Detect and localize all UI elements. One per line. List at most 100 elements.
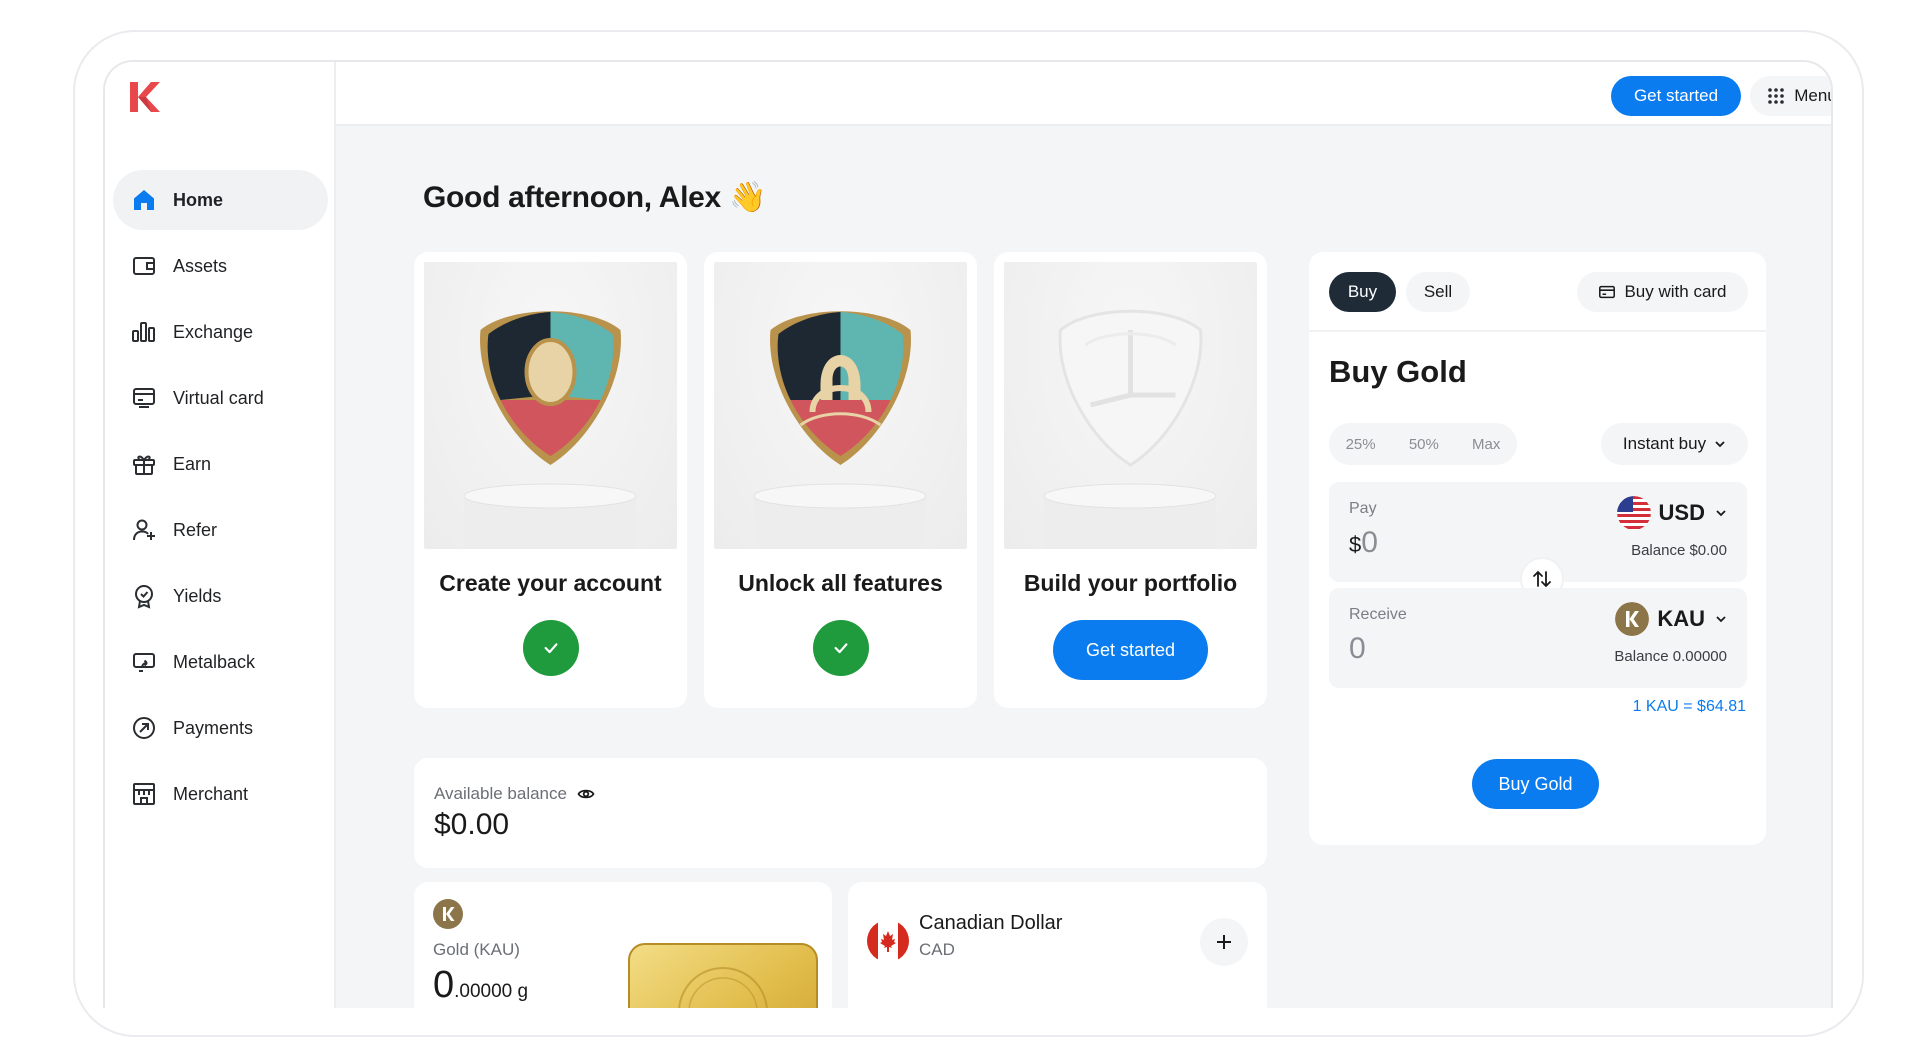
step-card-build-portfolio: Build your portfolio Get started bbox=[994, 252, 1267, 708]
gold-bar-graphic bbox=[628, 943, 818, 1008]
exchange-icon bbox=[132, 322, 155, 342]
sidebar-item-virtual-card[interactable]: Virtual card bbox=[113, 368, 328, 428]
percent-50-button[interactable]: 50% bbox=[1409, 436, 1439, 453]
asset-card-cad[interactable]: Canadian Dollar CAD bbox=[848, 882, 1267, 1008]
pay-currency-code: USD bbox=[1658, 500, 1705, 525]
sidebar-item-label: Metalback bbox=[173, 651, 256, 672]
pay-amount: 0 bbox=[1361, 526, 1378, 559]
sidebar-item-label: Home bbox=[173, 189, 224, 210]
receive-balance: Balance 0.00000 bbox=[1614, 648, 1727, 665]
menu-button[interactable]: Menu bbox=[1750, 76, 1833, 116]
brand-logo[interactable] bbox=[127, 80, 161, 114]
kau-coin-icon bbox=[1615, 602, 1650, 636]
step-title: Create your account bbox=[439, 570, 662, 596]
sidebar-item-label: Earn bbox=[173, 453, 212, 474]
kau-coin-icon bbox=[433, 899, 463, 929]
step-illustration bbox=[424, 262, 677, 549]
sidebar-item-yields[interactable]: Yields bbox=[113, 566, 328, 626]
wallet-icon bbox=[133, 257, 155, 275]
add-button[interactable] bbox=[1200, 918, 1248, 966]
receive-field[interactable]: Receive 0 KAU Balance 0.00000 bbox=[1329, 588, 1747, 688]
asset-amount: 0.00000 g bbox=[433, 964, 528, 1007]
sidebar-item-payments[interactable]: Payments bbox=[113, 698, 328, 758]
sidebar-item-label: Payments bbox=[173, 717, 254, 738]
payments-icon bbox=[133, 717, 155, 739]
badge-account-icon bbox=[480, 311, 621, 465]
swap-arrows-icon bbox=[1533, 570, 1551, 588]
get-started-button[interactable]: Get started bbox=[1611, 76, 1741, 116]
greeting-text: Good afternoon, Alex bbox=[423, 181, 721, 214]
badge-portfolio-icon bbox=[1058, 309, 1203, 467]
sidebar-item-merchant[interactable]: Merchant bbox=[113, 764, 328, 824]
sidebar-item-exchange[interactable]: Exchange bbox=[113, 302, 328, 362]
home-icon bbox=[134, 190, 154, 210]
sidebar-item-label: Virtual card bbox=[173, 387, 264, 408]
user-plus-icon bbox=[133, 519, 155, 541]
available-balance-card: Available balance $0.00 bbox=[414, 758, 1267, 868]
get-started-button[interactable]: Get started bbox=[1053, 620, 1208, 680]
step-card-unlock-features: Unlock all features bbox=[704, 252, 977, 708]
tab-sell[interactable]: Sell bbox=[1406, 272, 1470, 312]
pedestal-graphic bbox=[1043, 483, 1217, 549]
app-window: Home Assets Exchange Virtual card Earn R… bbox=[103, 60, 1833, 1008]
asset-amount-dec: .00000 g bbox=[454, 981, 529, 1002]
sidebar-item-label: Assets bbox=[173, 255, 228, 276]
buy-gold-button[interactable]: Buy Gold bbox=[1472, 759, 1599, 809]
asset-card-gold[interactable]: Gold (KAU) 0.00000 g bbox=[414, 882, 832, 1008]
pay-amount-input[interactable]: $0 bbox=[1349, 526, 1378, 560]
step-illustration bbox=[714, 262, 967, 549]
buy-with-card-label: Buy with card bbox=[1624, 282, 1727, 301]
grid-icon bbox=[1768, 88, 1785, 104]
sidebar-item-home[interactable]: Home bbox=[113, 170, 328, 230]
step-illustration bbox=[1004, 262, 1257, 549]
sidebar-item-label: Refer bbox=[173, 519, 218, 540]
plus-icon bbox=[1217, 935, 1231, 949]
percent-25-button[interactable]: 25% bbox=[1346, 436, 1376, 453]
receive-currency-selector[interactable]: KAU bbox=[1615, 602, 1727, 636]
pedestal-graphic bbox=[753, 483, 927, 549]
sidebar-item-label: Merchant bbox=[173, 783, 249, 804]
trade-title: Buy Gold bbox=[1329, 354, 1467, 389]
pay-balance: Balance $0.00 bbox=[1631, 542, 1727, 559]
menu-label: Menu bbox=[1794, 86, 1833, 105]
percent-max-button[interactable]: Max bbox=[1472, 436, 1500, 453]
yield-icon bbox=[135, 585, 153, 609]
percent-selector: 25% 50% Max bbox=[1329, 423, 1517, 465]
wave-icon: 👋 bbox=[728, 181, 767, 214]
chevron-down-icon bbox=[1715, 441, 1725, 448]
pay-currency-selector[interactable]: USD bbox=[1616, 496, 1727, 530]
card-icon bbox=[133, 388, 155, 408]
top-bar: Get started Menu bbox=[336, 62, 1831, 126]
receive-label: Receive bbox=[1349, 606, 1407, 623]
sidebar-item-assets[interactable]: Assets bbox=[113, 236, 328, 296]
order-type-dropdown[interactable]: Instant buy bbox=[1601, 423, 1748, 465]
step-title: Build your portfolio bbox=[1023, 570, 1238, 596]
asset-name: Gold (KAU) bbox=[433, 940, 520, 959]
merchant-icon bbox=[133, 783, 155, 805]
asset-code: CAD bbox=[919, 940, 955, 959]
eye-icon[interactable] bbox=[577, 785, 595, 803]
chevron-down-icon bbox=[1716, 510, 1726, 517]
step-card-create-account: Create your account bbox=[414, 252, 687, 708]
chevron-down-icon bbox=[1716, 616, 1726, 623]
tab-buy[interactable]: Buy bbox=[1329, 272, 1396, 312]
trade-panel: Buy Sell Buy with card Buy Gold 25% 50% … bbox=[1309, 252, 1766, 845]
sidebar-item-earn[interactable]: Earn bbox=[113, 434, 328, 494]
metalback-icon bbox=[133, 653, 155, 672]
sidebar-item-metalback[interactable]: Metalback bbox=[113, 632, 328, 692]
receive-currency-code: KAU bbox=[1657, 606, 1705, 631]
pay-currency-symbol: $ bbox=[1349, 532, 1362, 557]
badge-unlock-icon bbox=[770, 311, 911, 465]
sidebar-nav: Home Assets Exchange Virtual card Earn R… bbox=[113, 170, 328, 830]
sidebar-item-refer[interactable]: Refer bbox=[113, 500, 328, 560]
balance-label-text: Available balance bbox=[434, 784, 567, 803]
buy-with-card-button[interactable]: Buy with card bbox=[1577, 272, 1748, 312]
check-icon bbox=[523, 620, 579, 676]
card-icon bbox=[1599, 285, 1616, 299]
step-title: Unlock all features bbox=[738, 570, 943, 596]
gift-icon bbox=[133, 455, 155, 475]
check-icon bbox=[813, 620, 869, 676]
order-type-label: Instant buy bbox=[1622, 434, 1707, 453]
page-title: Good afternoon, Alex 👋 bbox=[423, 180, 766, 215]
pedestal-graphic bbox=[463, 483, 637, 549]
